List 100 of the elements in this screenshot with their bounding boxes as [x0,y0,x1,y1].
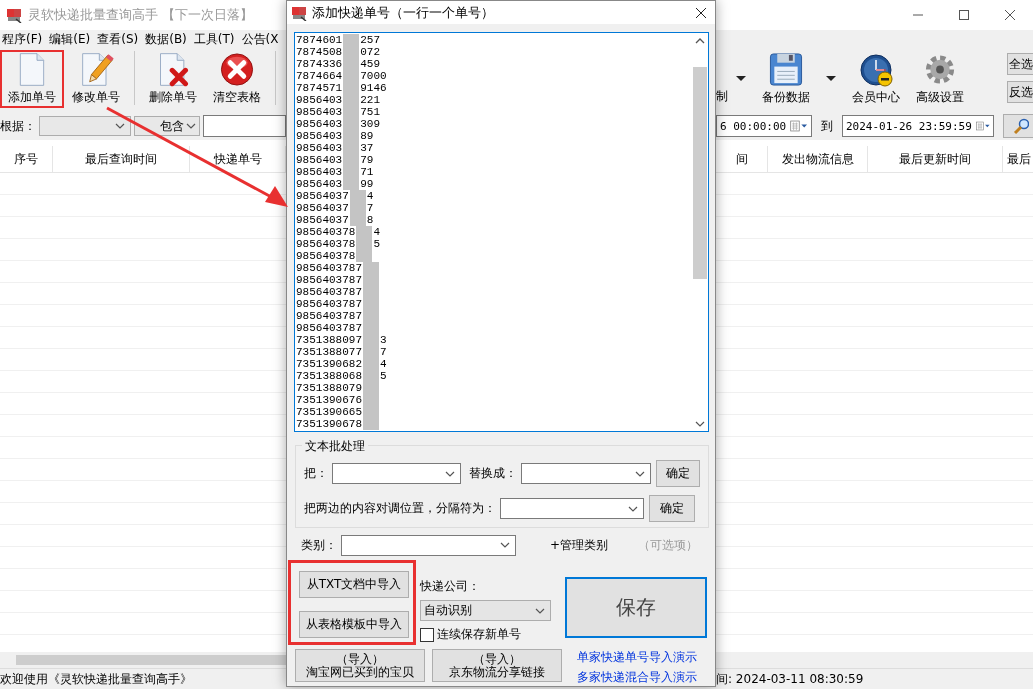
confirm-button[interactable]: 确定 [655,460,700,488]
date-field[interactable]: 6 00:00:00 [716,115,812,137]
column-header[interactable]: 最后查询时间 [53,146,190,172]
tracking-number: 7351388097 [296,334,362,347]
tracking-number: 98564037 [296,202,349,215]
import-button[interactable]: 从表格模板中导入 [299,611,409,638]
tracking-number: 7351390665 [296,406,362,419]
field-label: 类别： [301,536,337,554]
chevron-down-icon [114,123,125,129]
tracking-number: 7874601 [296,34,343,47]
tracking-number: 98564037 [296,214,349,227]
chevron-down-icon [634,470,645,477]
search-field[interactable] [203,115,286,137]
tracking-number: 7351390682 [296,358,362,371]
import-button[interactable]: 从TXT文档中导入 [299,571,409,598]
tracking-number: 9856403 [296,154,343,167]
chevron-down-icon [695,421,705,428]
toolbar-button[interactable]: 修改单号 [64,50,128,108]
search-button[interactable] [1003,114,1033,138]
tracking-number: 7000 [360,70,387,83]
separator-dropdown[interactable] [500,498,644,520]
chevron-down-icon [500,542,510,549]
tracking-number: 99 [360,178,374,191]
field-label: 把两边的内容对调位置，分隔符为： [304,500,496,518]
field-label: 把： [304,465,328,483]
toolbar-button[interactable]: 清空表格 [205,50,269,108]
confirm-button[interactable]: 确定 [649,495,695,523]
courier-dropdown[interactable]: 自动识别 [420,600,551,621]
field-label: 替换成： [468,465,517,483]
clear-icon [219,52,255,87]
tracking-number: 9856403 [296,142,343,155]
number-text-area[interactable] [294,32,709,433]
side-button[interactable]: 反选 [1007,81,1033,103]
menu-item[interactable]: 查看(S) [97,30,139,48]
save-button[interactable]: 保存 [565,577,707,638]
tracking-number: 5 [380,370,387,383]
tracking-number: 257 [360,34,381,47]
column-header[interactable]: 序号 [0,146,53,172]
scrollbar-thumb[interactable] [16,655,286,665]
menu-item[interactable]: 程序(F) [2,30,43,48]
tracking-number: 4 [373,226,381,239]
tracking-number: 9856403787 [296,286,362,299]
close-icon [696,7,706,18]
chevron-down-icon [628,505,638,512]
checkbox[interactable] [420,627,434,642]
import-button[interactable]: （导入） 京东物流分享链接 [432,649,562,682]
demo-link[interactable]: 单家快递单号导入演示 [577,649,697,666]
toolbar-button[interactable]: 备份数据 [754,50,818,108]
tracking-number: 9856403 [296,94,343,107]
demo-link[interactable]: 多家快递混合导入演示 [577,669,697,686]
tracking-number: 7 [380,346,387,359]
date-field[interactable]: 2024-01-26 23:59:59 [842,115,994,137]
toolbar-button[interactable]: 添加单号 [0,50,64,108]
toolbar-button[interactable]: 删除单号 [141,50,205,108]
tracking-number: 9856403 [296,166,343,179]
field-dropdown[interactable] [39,116,131,136]
menu-item[interactable]: 工具(T) [193,30,235,48]
column-header[interactable]: 最后更新时间 [868,146,1003,172]
tracking-number: 9856403 [296,106,343,119]
tracking-number: 7351390678 [296,418,362,431]
status-message: 欢迎使用《灵软快递批量查询高手》 [0,670,193,688]
tracking-number: 985640378 [296,238,356,251]
find-dropdown[interactable] [332,463,461,485]
tracking-number: 9146 [360,82,387,95]
tracking-number: 9856403 [296,118,343,131]
tracking-number: 7874336 [296,58,343,71]
dialog-title: 添加快递单号（一行一个单号） [312,3,494,22]
tracking-number: 9856403787 [296,262,362,275]
tracking-number: 37 [360,142,374,155]
tracking-number: 9856403787 [296,322,362,335]
match-dropdown[interactable]: 包含 [133,116,201,136]
tracking-number: 7351388077 [296,346,362,359]
scrollbar-thumb[interactable] [693,67,707,280]
toolbar-button[interactable]: 制 [716,88,728,108]
category-dropdown[interactable] [341,534,516,556]
manage-category-link[interactable]: +管理类别 [550,536,609,554]
optional-hint: （可选项） [638,536,699,554]
column-header[interactable]: 发出物流信息 [768,146,868,172]
app-icon [6,7,22,23]
tracking-number: 9856403787 [296,310,362,323]
field-label: 快递公司： [420,578,481,595]
menu-item[interactable]: 数据(B) [145,30,187,48]
caret-icon[interactable] [736,75,746,81]
toolbar-button[interactable]: 会员中心 [844,50,908,108]
toolbar-button[interactable]: 高级设置 [908,50,972,108]
tracking-number: 7351388068 [296,370,362,383]
menu-item[interactable]: 编辑(E) [49,30,91,48]
chevron-down-icon [444,470,455,477]
tracking-number: 9856403 [296,130,343,143]
tracking-number: 7351388079 [296,382,362,395]
tracking-number: 7874571 [296,82,343,95]
menu-item[interactable]: 公告(X [241,30,279,48]
calendar-icon [790,118,808,134]
tracking-number: 79 [360,154,374,167]
caret-icon[interactable] [826,75,836,81]
column-header[interactable]: 最后 [1003,146,1033,172]
import-button[interactable]: （导入） 淘宝网已买到的宝贝 [295,649,425,682]
tracking-number: 8 [366,214,374,227]
replace-dropdown[interactable] [520,463,651,485]
side-button[interactable]: 全选 [1007,53,1033,75]
